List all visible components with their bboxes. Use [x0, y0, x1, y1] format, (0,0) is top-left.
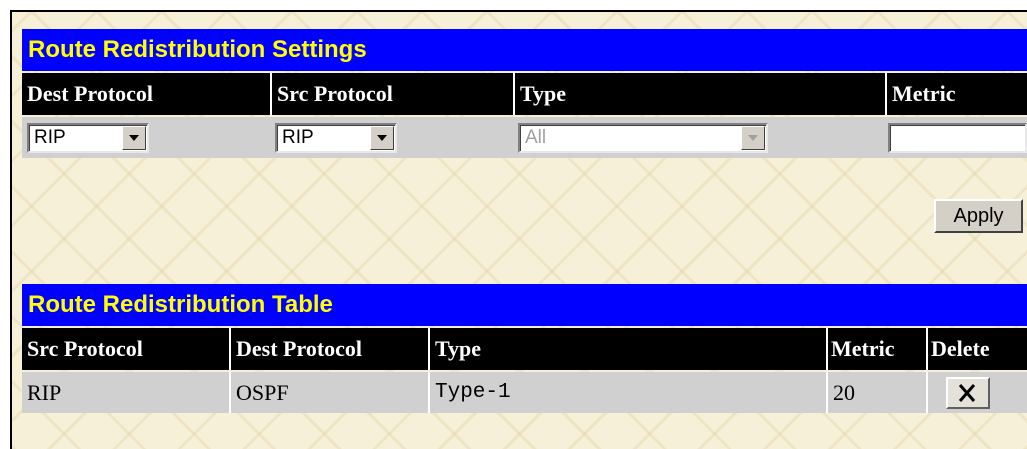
type-value: All	[525, 127, 547, 148]
cell-delete	[926, 372, 1027, 413]
cell-src-protocol: RIP	[27, 380, 62, 405]
content-frame: Route Redistribution Settings Dest Proto…	[10, 10, 1027, 449]
header-delete: Delete	[926, 328, 1027, 370]
src-protocol-value: RIP	[282, 127, 314, 148]
close-x-icon	[958, 384, 976, 402]
type-select[interactable]: All	[518, 123, 768, 153]
settings-header-row: Dest Protocol Src Protocol Type Metric	[22, 73, 1027, 115]
cell-metric: 20	[826, 372, 926, 413]
chevron-down-icon[interactable]	[741, 126, 765, 150]
header-metric: Metric	[885, 73, 1027, 115]
header-dest-protocol: Dest Protocol	[229, 328, 428, 370]
dest-protocol-value: RIP	[34, 127, 66, 148]
cell-type: Type-1	[428, 372, 826, 413]
table-title: Route Redistribution Table	[22, 284, 1027, 326]
chevron-down-icon[interactable]	[122, 126, 146, 150]
chevron-down-icon[interactable]	[370, 126, 394, 150]
header-src-protocol: Src Protocol	[270, 73, 513, 115]
header-type: Type	[428, 328, 826, 370]
metric-input[interactable]	[888, 123, 1027, 153]
settings-title: Route Redistribution Settings	[22, 29, 1027, 71]
dest-protocol-select[interactable]: RIP	[27, 123, 149, 153]
table-header-row: Src Protocol Dest Protocol Type Metric D…	[22, 328, 1027, 370]
header-type: Type	[513, 73, 885, 115]
table-row: RIP OSPF Type-1 20	[22, 372, 1027, 413]
settings-input-row: RIP RIP All	[22, 117, 1027, 158]
header-src-protocol: Src Protocol	[27, 336, 143, 361]
src-protocol-select[interactable]: RIP	[275, 123, 397, 153]
delete-button[interactable]	[946, 377, 990, 409]
header-dest-protocol: Dest Protocol	[27, 81, 154, 106]
apply-button[interactable]: Apply	[934, 199, 1023, 233]
cell-dest-protocol: OSPF	[229, 372, 428, 413]
header-metric: Metric	[826, 328, 926, 370]
